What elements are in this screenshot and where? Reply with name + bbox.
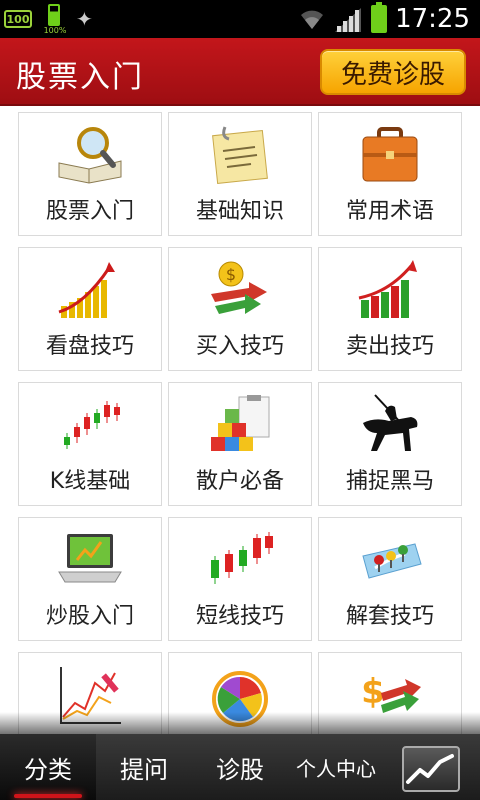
bottom-tab-bar: 分类 提问 诊股 个人中心 — [0, 734, 480, 800]
grid-item-trading-intro[interactable]: 炒股入门 — [18, 517, 162, 641]
wifi-icon — [301, 10, 324, 29]
tab-diagnosis[interactable]: 诊股 — [192, 734, 288, 800]
red-green-bars-icon — [358, 260, 417, 318]
grid-item-label: 买入技巧 — [195, 334, 284, 359]
grid-item-dark-horse[interactable]: 捕捉黑马 — [318, 382, 462, 506]
free-diagnosis-button[interactable]: 免费诊股 — [320, 49, 466, 95]
app-header: 股票入门 免费诊股 — [0, 38, 480, 106]
grid-item-label: 基础知识 — [195, 199, 284, 224]
grid-item-label: 炒股入门 — [45, 604, 134, 629]
battery-icon — [371, 2, 388, 33]
grid-item-retail-essentials[interactable]: 散户必备 — [168, 382, 312, 506]
tab-personal-center[interactable]: 个人中心 — [288, 734, 384, 800]
grid-item-stock-intro[interactable]: 股票入门 — [18, 112, 162, 236]
trend-chart-icon — [406, 754, 454, 784]
grid-item-kline-basics[interactable]: K线基础 — [18, 382, 162, 506]
grid-item-label: 常用术语 — [345, 199, 434, 224]
bottom-fade — [0, 712, 480, 734]
signal-icon — [335, 8, 362, 32]
grid-item-label: 解套技巧 — [345, 604, 434, 629]
grid-item-short-term[interactable]: 短线技巧 — [168, 517, 312, 641]
note-paper-icon — [212, 126, 268, 185]
battery-charging-icon: 100% — [40, 4, 68, 35]
grid-item-buy-tips[interactable]: $ 买入技巧 — [168, 247, 312, 371]
grid-item-terms[interactable]: 常用术语 — [318, 112, 462, 236]
tab-ask[interactable]: 提问 — [96, 734, 192, 800]
horse-rider-icon — [363, 394, 418, 451]
grid-item-label: 捕捉黑马 — [345, 469, 434, 494]
page-title: 股票入门 — [16, 60, 144, 95]
briefcase-icon — [362, 127, 418, 182]
book-magnifier-icon — [58, 127, 122, 184]
grid-item-unlock-tips[interactable]: 解套技巧 — [318, 517, 462, 641]
dollar-arrows-icon: $ — [211, 261, 267, 314]
map-pins-icon — [362, 543, 422, 579]
grid-item-basics[interactable]: 基础知识 — [168, 112, 312, 236]
grid-item-label: 看盘技巧 — [45, 334, 134, 359]
grid-item-label: 卖出技巧 — [345, 334, 434, 359]
laptop-chart-icon — [58, 534, 122, 583]
grid-item-label: 股票入门 — [45, 199, 134, 224]
grid-item-market-watch[interactable]: 看盘技巧 — [18, 247, 162, 371]
status-bar: 100 100% ✦ 17:25 — [0, 0, 480, 38]
grid-item-label: K线基础 — [49, 469, 131, 494]
blocks-clipboard-icon — [211, 395, 270, 451]
battery-100-icon: 100 — [4, 10, 32, 28]
trend-chart-button[interactable] — [402, 746, 460, 792]
battery-percent: 100% — [43, 26, 67, 35]
svg-text:$: $ — [226, 265, 236, 284]
grid-item-label: 短线技巧 — [195, 604, 284, 629]
grid-item-label: 散户必备 — [195, 469, 284, 494]
clock: 17:25 — [395, 4, 470, 34]
usb-icon: ✦ — [76, 7, 93, 31]
tab-category[interactable]: 分类 — [0, 734, 96, 800]
rising-bars-icon — [58, 262, 115, 318]
grid-item-sell-tips[interactable]: 卖出技巧 — [318, 247, 462, 371]
candles-icon — [211, 532, 273, 584]
candlestick-icon — [64, 401, 120, 449]
battery-badge-text: 100 — [6, 12, 30, 26]
